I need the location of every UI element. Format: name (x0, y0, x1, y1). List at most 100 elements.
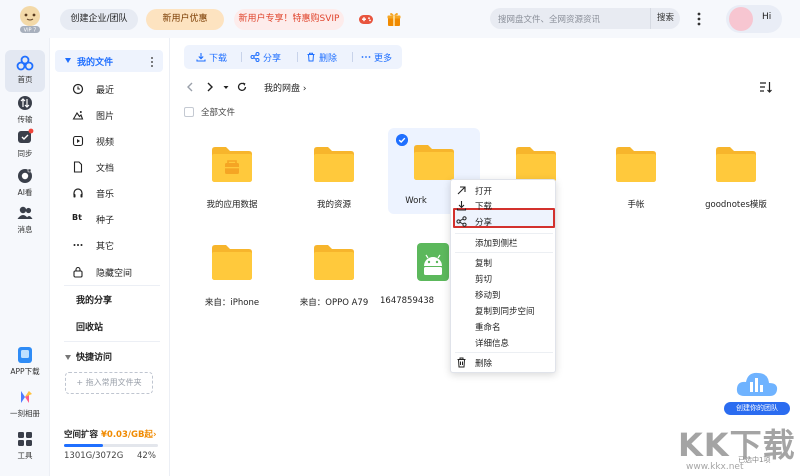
check-circle-icon[interactable] (396, 134, 408, 146)
vip-badge-label: VIP 7 (24, 28, 37, 34)
rail-item-home[interactable]: 首页 (5, 50, 45, 92)
create-team-button[interactable]: 创建企业/团队 (60, 9, 138, 30)
create-team-promo[interactable]: 创建你的团队 (724, 364, 790, 420)
refresh-icon[interactable] (236, 81, 248, 93)
file-nav-panel: 我的文件 最近 图片 视频 文档 音乐 Bt 种子 其它 隐藏空间 我的分享 回… (50, 38, 170, 476)
context-menu: 打开 下载 分享 添加到侧栏 复制 剪切 移动到 复制到同步空间 重命名 详细信… (450, 179, 556, 373)
nav-my-files[interactable]: 我的文件 (55, 50, 163, 72)
ctx-open[interactable]: 打开 (475, 185, 492, 197)
ctx-rename[interactable]: 重命名 (475, 321, 501, 333)
ctx-share[interactable]: 分享 (475, 216, 492, 228)
more-dots-icon (361, 56, 371, 58)
breadcrumb-root[interactable]: 我的网盘 (264, 84, 300, 94)
toolbar-delete-button[interactable]: 删除 (306, 51, 337, 64)
rail-item-album[interactable]: 一刻相册 (0, 388, 50, 419)
ctx-move-to[interactable]: 移动到 (475, 289, 501, 301)
more-vertical-icon[interactable] (694, 10, 704, 28)
ai-icon (18, 168, 32, 183)
file-name: goodnotes模版 (705, 200, 767, 210)
select-all-label: 全部文件 (201, 108, 236, 118)
ctx-details[interactable]: 详细信息 (475, 337, 509, 349)
user-avatar-button[interactable]: Hi (726, 5, 782, 33)
search-button[interactable]: 搜索 (650, 8, 680, 29)
storage-offer-link[interactable]: ¥0.03/GB起 (101, 430, 153, 440)
game-controller-icon[interactable] (358, 11, 374, 27)
rail-item-app-download[interactable]: APP下载 (0, 346, 50, 377)
rail-label-tools: 工具 (17, 451, 33, 460)
file-tile[interactable]: 来自：iPhone (186, 228, 278, 314)
sync-icon (18, 128, 34, 143)
rail-item-transfer[interactable]: 传输 (0, 94, 50, 125)
bt-icon: Bt (72, 213, 82, 222)
nav-quick-access[interactable]: 快捷访问 (76, 350, 112, 363)
nav-my-share[interactable]: 我的分享 (76, 293, 112, 306)
rail-item-ai[interactable]: AI看 (0, 167, 50, 198)
toolbar-more-button[interactable]: 更多 (361, 51, 392, 64)
toolbar-more-label: 更多 (374, 54, 393, 64)
toolbar-divider (352, 52, 353, 62)
search-box[interactable]: 搜网盘文件、全网资源资讯 搜索 (490, 8, 680, 29)
file-tile[interactable]: 我的资源 (288, 130, 380, 216)
toolbar-delete-label: 删除 (319, 54, 338, 64)
rail-label-app-download: APP下载 (10, 367, 40, 376)
breadcrumb[interactable]: 我的网盘 › (264, 81, 307, 94)
ctx-copy-to-sync[interactable]: 复制到同步空间 (475, 305, 535, 317)
file-tile[interactable]: 我的应用数据 (186, 130, 278, 216)
cloud-team-icon (736, 372, 778, 396)
path-row: 我的网盘 › (184, 79, 784, 97)
back-arrow-icon[interactable] (184, 81, 196, 93)
file-name: 来自：iPhone (204, 298, 260, 308)
image-icon (72, 111, 84, 120)
file-tile[interactable]: 来自：OPPO A79 (288, 228, 380, 314)
file-name: 手帐 (627, 200, 645, 210)
ctx-cut[interactable]: 剪切 (475, 273, 492, 285)
chevron-right-icon: › (152, 430, 157, 440)
rail-label-message: 消息 (17, 225, 33, 234)
drag-folder-dropzone[interactable]: + 拖入常用文件夹 (65, 372, 153, 394)
sort-icon[interactable] (759, 81, 773, 93)
context-menu-divider (455, 233, 553, 234)
new-user-deal-button[interactable]: 新用户优惠 (146, 9, 224, 30)
file-tile[interactable]: 手帐 (590, 130, 682, 216)
ctx-download[interactable]: 下载 (475, 200, 492, 212)
nav-item-label: 隐藏空间 (96, 269, 133, 279)
selection-tip: 已选中1项 (738, 456, 771, 464)
rail-item-message[interactable]: 消息 (0, 204, 50, 235)
nav-my-files-label: 我的文件 (77, 58, 114, 68)
caret-down-icon[interactable] (65, 355, 71, 360)
context-menu-divider (455, 352, 553, 353)
rail-item-sync[interactable]: 同步 (0, 128, 50, 159)
context-menu-highlight (453, 208, 555, 228)
caret-down-icon[interactable] (65, 58, 71, 63)
ctx-add-to-sidebar[interactable]: 添加到侧栏 (475, 237, 518, 249)
gift-icon[interactable] (386, 11, 402, 27)
storage-upgrade[interactable]: 空间扩容 ¥0.03/GB起› (64, 428, 156, 440)
transfer-icon (18, 96, 32, 110)
svip-promo-button[interactable]: 新用户专享！特惠购SVIP (234, 9, 344, 30)
ctx-copy[interactable]: 复制 (475, 257, 492, 269)
forward-arrow-icon[interactable] (204, 81, 216, 93)
folder-icon (414, 145, 454, 180)
toolbar-download-button[interactable]: 下载 (196, 51, 227, 64)
toolbar-share-button[interactable]: 分享 (250, 51, 281, 64)
history-dropdown-icon[interactable] (220, 81, 232, 93)
vip-avatar-logo[interactable]: VIP 7 (14, 4, 46, 34)
cloud-home-icon (16, 55, 34, 71)
rail-item-tools[interactable]: 工具 (0, 430, 50, 461)
folder-icon (212, 245, 252, 280)
ctx-delete[interactable]: 删除 (475, 357, 492, 369)
share-icon (250, 52, 260, 62)
file-tile[interactable]: goodnotes模版 (690, 130, 782, 216)
search-input[interactable]: 搜网盘文件、全网资源资讯 (498, 13, 600, 25)
rail-label-transfer: 传输 (17, 115, 33, 124)
left-rail: 首页 传输 同步 AI看 消息 APP下载 一刻相册 工具 (0, 38, 50, 476)
app-download-icon (18, 347, 32, 363)
more-vertical-icon[interactable] (150, 56, 154, 68)
avatar (729, 7, 753, 31)
trash-icon (457, 357, 466, 368)
nav-recycle-bin[interactable]: 回收站 (76, 320, 103, 333)
select-all-checkbox[interactable] (184, 107, 194, 117)
storage-progress-fill (64, 444, 104, 447)
toolbar-share-label: 分享 (263, 54, 282, 64)
file-name: 我的应用数据 (206, 200, 258, 210)
